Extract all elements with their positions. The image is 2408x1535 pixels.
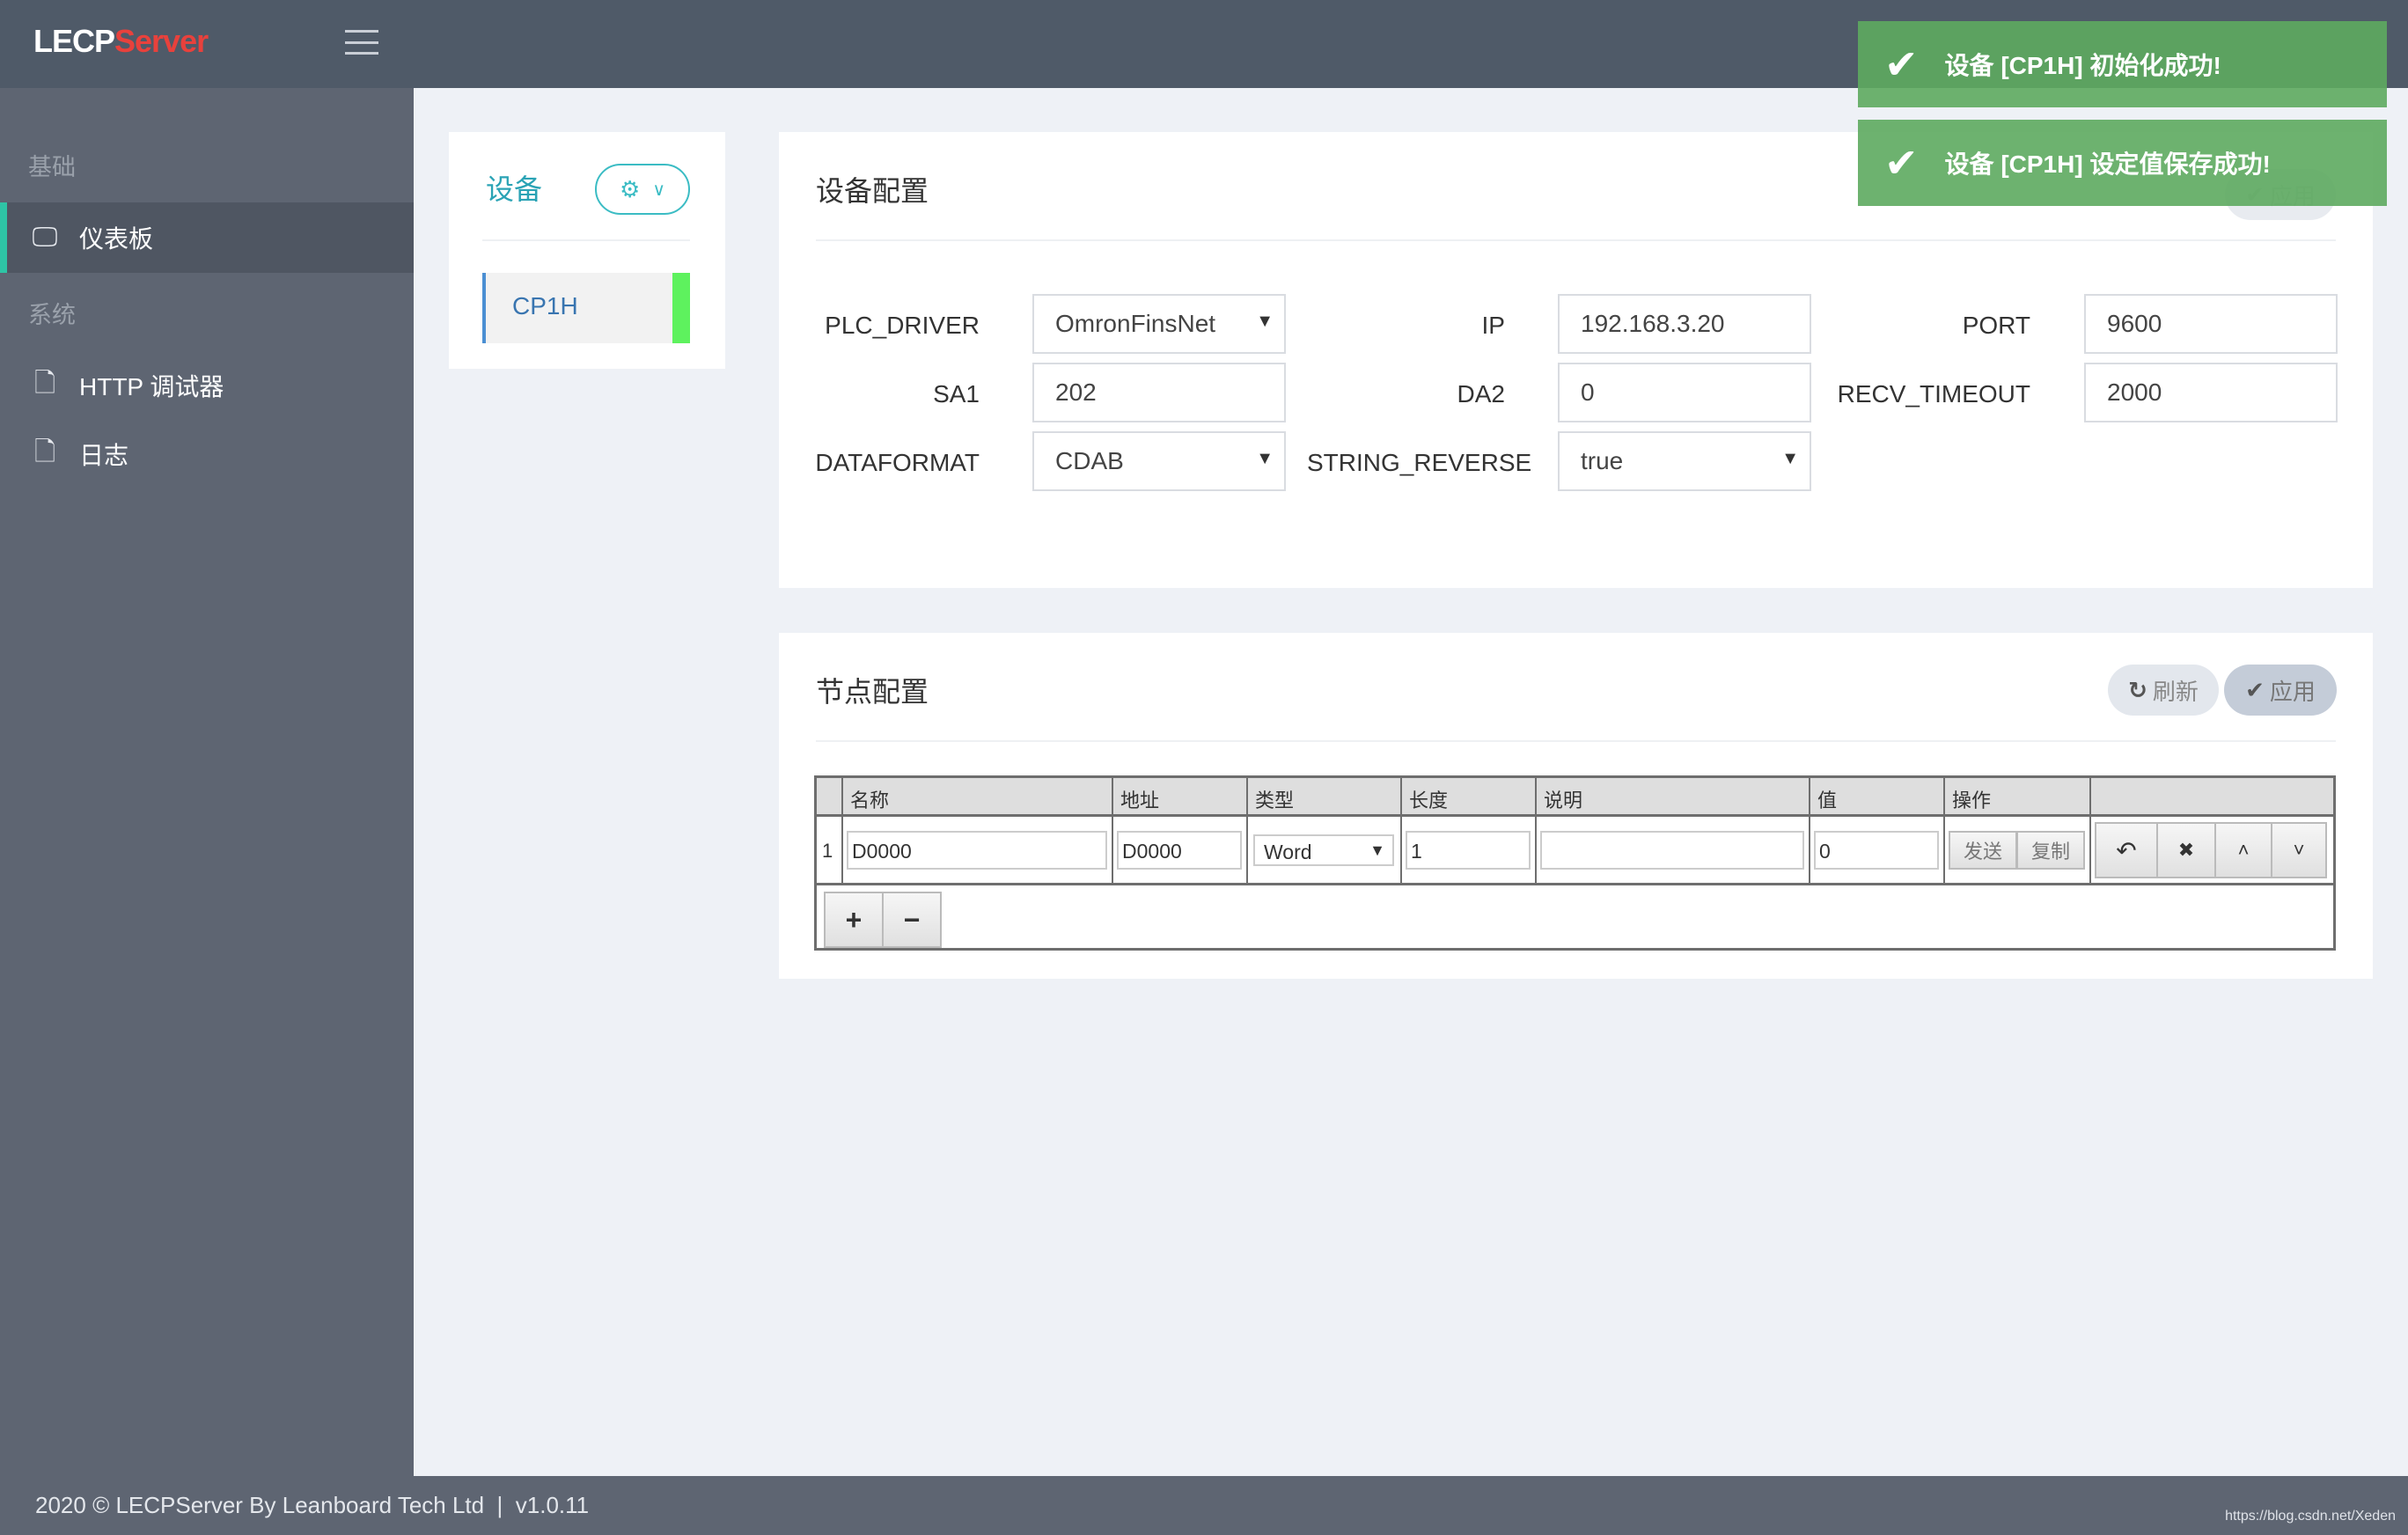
watermark: https://blog.csdn.net/Xeden xyxy=(2225,1509,2396,1524)
undo-icon: ↶ xyxy=(2116,836,2137,864)
divider xyxy=(816,740,2336,742)
node-apply-button[interactable]: ✔ 应用 xyxy=(2224,665,2337,716)
sa1-input[interactable]: 202 xyxy=(1032,363,1286,422)
sidebar: 基础 🖵 仪表板 系统 🗋 HTTP 调试器 🗋 日志 xyxy=(0,88,414,1476)
table-header-actions xyxy=(2091,778,2333,817)
value-input[interactable]: 0 xyxy=(1814,831,1939,870)
address-cell: D0000 xyxy=(1113,817,1248,885)
plc-driver-label: PLC_DRIVER xyxy=(825,312,980,339)
footer-text: 2020 © LECPServer By Leanboard Tech Ltd … xyxy=(35,1492,590,1518)
table-header: 说明 xyxy=(1537,778,1810,817)
file-icon: 🗋 xyxy=(33,368,56,398)
dropdown-arrow-icon: ▼ xyxy=(1256,312,1274,331)
dropdown-arrow-icon: ▼ xyxy=(1781,449,1799,468)
da2-label: DA2 xyxy=(1457,380,1505,408)
device-panel: 设备 ⚙ ∨ CP1H xyxy=(449,132,725,369)
ip-label: IP xyxy=(1481,312,1505,339)
row-actions-cell: ↶ ✖ ˄ ˅ xyxy=(2091,817,2333,885)
sidebar-item-dashboard[interactable]: 🖵 仪表板 xyxy=(0,202,414,273)
table-header: 类型 xyxy=(1248,778,1402,817)
toast-notification[interactable]: ✔ 设备 [CP1H] 初始化成功! xyxy=(1858,21,2387,107)
gear-icon: ⚙ xyxy=(620,175,641,202)
device-item-cp1h[interactable]: CP1H xyxy=(482,273,690,343)
copy-button[interactable]: 复制 xyxy=(2016,831,2085,870)
node-config-card: 节点配置 ↻ 刷新 ✔ 应用 名称 地址 类型 长度 说明 值 操作 1 D0000… xyxy=(779,633,2373,979)
row-index: 1 xyxy=(817,817,843,885)
sidebar-section-system: 系统 xyxy=(28,302,76,328)
toast-notification[interactable]: ✔ 设备 [CP1H] 设定值保存成功! xyxy=(1858,120,2387,206)
table-header: 值 xyxy=(1810,778,1945,817)
table-header-index xyxy=(817,778,843,817)
recv-timeout-label: RECV_TIMEOUT xyxy=(1837,380,2030,408)
node-table: 名称 地址 类型 长度 说明 值 操作 1 D0000 D0000 Word ▼ … xyxy=(814,775,2336,951)
monitor-icon: 🖵 xyxy=(32,223,58,252)
minus-icon: − xyxy=(903,903,921,936)
device-settings-dropdown[interactable]: ⚙ ∨ xyxy=(595,164,690,215)
ip-input[interactable]: 192.168.3.20 xyxy=(1558,294,1811,354)
move-down-button[interactable]: ˅ xyxy=(2271,822,2327,878)
device-config-title: 设备配置 xyxy=(816,175,929,207)
move-up-button[interactable]: ˄ xyxy=(2214,822,2272,878)
divider xyxy=(816,239,2336,241)
chevron-up-icon: ˄ xyxy=(2237,839,2250,861)
type-select[interactable]: Word ▼ xyxy=(1253,834,1394,866)
plc-driver-select[interactable]: OmronFinsNet ▼ xyxy=(1032,294,1286,354)
dataformat-label: DATAFORMAT xyxy=(815,449,980,476)
desc-cell xyxy=(1537,817,1810,885)
sidebar-item-log[interactable]: 🗋 日志 xyxy=(0,419,414,489)
da2-input[interactable]: 0 xyxy=(1558,363,1811,422)
sidebar-section-basic: 基础 xyxy=(28,154,76,180)
logo: LECPServer xyxy=(33,23,209,59)
string-reverse-label: STRING_REVERSE xyxy=(1307,449,1532,476)
description-input[interactable] xyxy=(1540,831,1804,870)
dropdown-arrow-icon: ▼ xyxy=(1256,449,1274,468)
close-icon: ✖ xyxy=(2177,839,2195,861)
footer: 2020 © LECPServer By Leanboard Tech Ltd … xyxy=(0,1476,2408,1535)
file-icon: 🗋 xyxy=(33,437,56,466)
check-icon: ✔ xyxy=(1884,41,1919,87)
sa1-label: SA1 xyxy=(933,380,980,408)
sidebar-item-http-debugger[interactable]: 🗋 HTTP 调试器 xyxy=(0,350,414,421)
dataformat-select[interactable]: CDAB ▼ xyxy=(1032,431,1286,491)
operation-cell: 发送 复制 xyxy=(1945,817,2091,885)
device-panel-title: 设备 xyxy=(486,173,543,205)
dropdown-arrow-icon: ▼ xyxy=(1369,841,1385,859)
add-row-button[interactable]: + xyxy=(824,892,884,948)
node-config-title: 节点配置 xyxy=(816,676,929,708)
port-label: PORT xyxy=(1962,312,2030,339)
refresh-icon: ↻ xyxy=(2128,676,2147,703)
value-cell: 0 xyxy=(1810,817,1945,885)
send-button[interactable]: 发送 xyxy=(1949,831,2017,870)
refresh-button[interactable]: ↻ 刷新 xyxy=(2108,665,2219,716)
check-icon: ✔ xyxy=(1884,140,1919,186)
check-icon: ✔ xyxy=(2245,676,2265,703)
name-cell: D0000 xyxy=(843,817,1113,885)
length-cell: 1 xyxy=(1402,817,1537,885)
table-header: 长度 xyxy=(1402,778,1537,817)
undo-button[interactable]: ↶ xyxy=(2095,822,2158,878)
length-input[interactable]: 1 xyxy=(1406,831,1531,870)
recv-timeout-input[interactable]: 2000 xyxy=(2084,363,2338,422)
type-cell: Word ▼ xyxy=(1248,817,1402,885)
device-status-indicator xyxy=(672,273,690,343)
menu-toggle-icon[interactable] xyxy=(345,30,378,55)
address-input[interactable]: D0000 xyxy=(1117,831,1242,870)
table-header: 操作 xyxy=(1945,778,2091,817)
plus-icon: + xyxy=(845,903,863,936)
chevron-down-icon: ˅ xyxy=(2293,839,2305,861)
name-input[interactable]: D0000 xyxy=(847,831,1107,870)
table-header: 地址 xyxy=(1113,778,1248,817)
port-input[interactable]: 9600 xyxy=(2084,294,2338,354)
table-header: 名称 xyxy=(843,778,1113,817)
chevron-down-icon: ∨ xyxy=(652,180,665,200)
delete-row-button[interactable]: ✖ xyxy=(2156,822,2216,878)
string-reverse-select[interactable]: true ▼ xyxy=(1558,431,1811,491)
remove-row-button[interactable]: − xyxy=(882,892,942,948)
divider xyxy=(482,239,690,241)
